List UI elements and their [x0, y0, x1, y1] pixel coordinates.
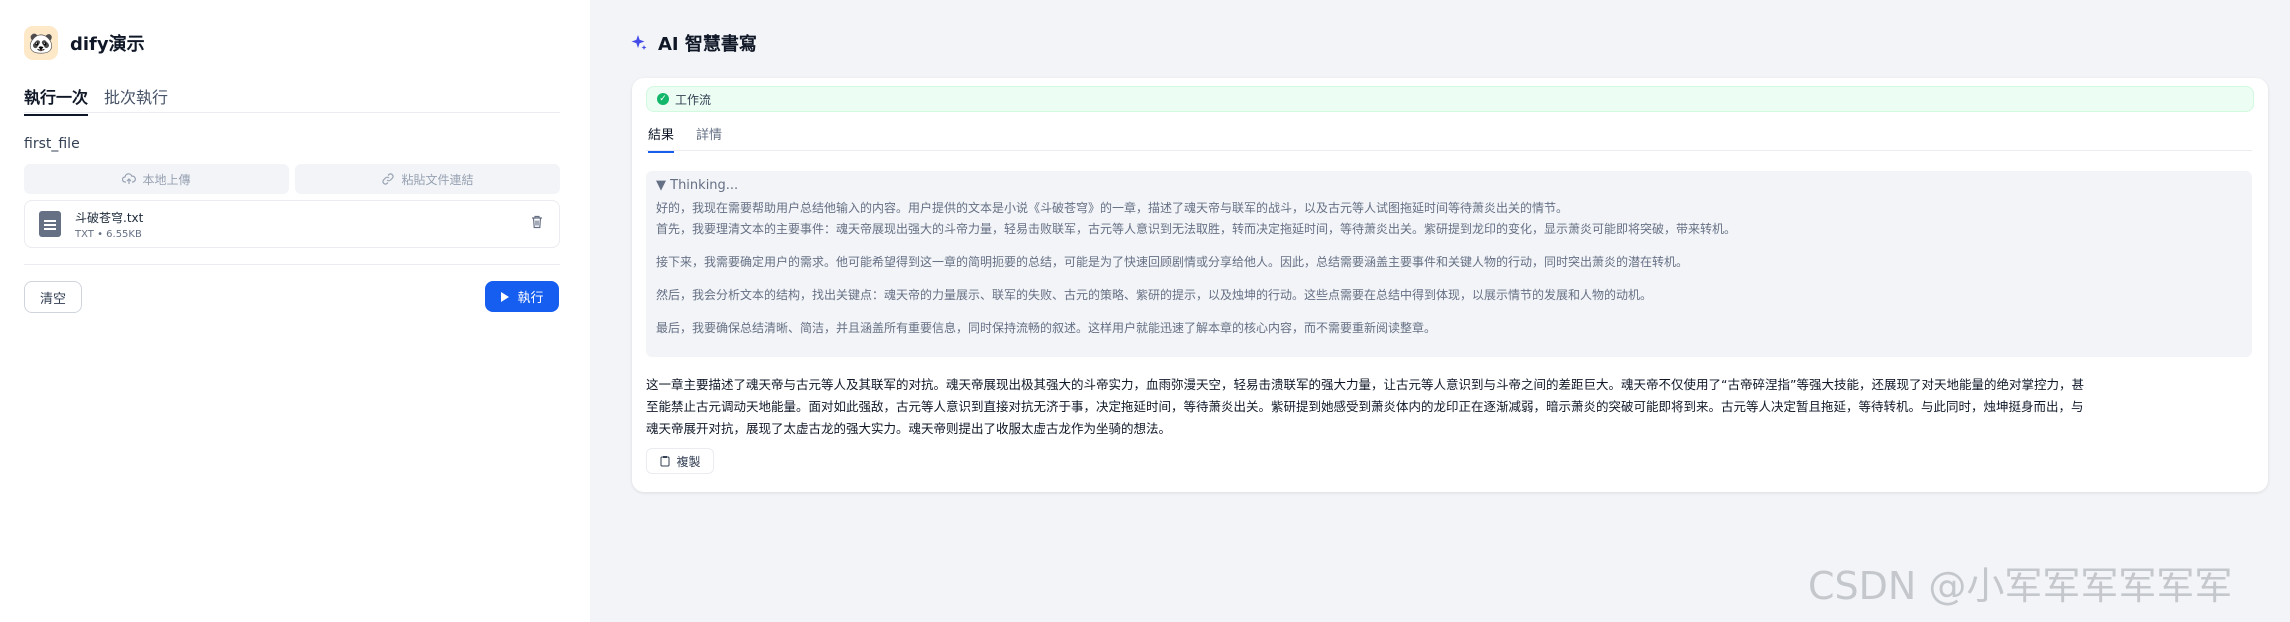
- run-form-panel: 🐼 dify演示 執行一次 批次執行 first_file 本地上傳 粘貼文件連…: [0, 0, 590, 622]
- copy-button[interactable]: 複製: [646, 448, 714, 474]
- workflow-label: 工作流: [675, 92, 712, 107]
- result-panel: AI 智慧書寫 ✓ 工作流 結果 詳情 ▼ Thinking... 好的，我现在…: [590, 0, 2290, 622]
- link-icon: [382, 173, 395, 185]
- form-divider: [24, 264, 560, 265]
- upload-options: 本地上傳 粘貼文件連結: [24, 164, 560, 194]
- paste-link-label: 粘貼文件連結: [401, 172, 474, 187]
- check-circle-icon: ✓: [657, 93, 669, 105]
- document-icon: [39, 211, 61, 237]
- play-icon: [501, 291, 510, 302]
- answer-line: 这一章主要描述了魂天帝与古元等人及其联军的对抗。魂天帝展现出极其强大的斗帝实力，…: [646, 377, 2084, 392]
- file-name: 斗破苍穹.txt: [75, 210, 144, 225]
- workflow-status-bar[interactable]: ✓ 工作流: [646, 86, 2254, 112]
- result-header: AI 智慧書寫: [630, 30, 757, 56]
- result-card: ✓ 工作流 結果 詳情 ▼ Thinking... 好的，我现在需要帮助用户总结…: [632, 78, 2268, 492]
- app-logo-icon: 🐼: [24, 26, 58, 60]
- watermark: CSDN @小军军军军军军: [1808, 564, 2233, 608]
- answer-line: 至能禁止古元调动天地能量。面对如此强敌，古元等人意识到直接对抗无济于事，决定拖延…: [646, 399, 2084, 414]
- delete-file-icon[interactable]: [529, 214, 545, 234]
- tab-result[interactable]: 結果: [648, 124, 675, 153]
- clipboard-icon: [660, 456, 670, 467]
- thinking-paragraph: 然后，我会分析文本的结构，找出关键点：魂天帝的力量展示、联军的失败、古元的策略、…: [656, 288, 1653, 302]
- paste-link-button[interactable]: 粘貼文件連結: [295, 164, 560, 194]
- copy-label: 複製: [676, 454, 701, 469]
- sparkle-icon: [631, 35, 647, 50]
- uploaded-file-card: 斗破苍穹.txt TXT • 6.55KB: [24, 200, 560, 248]
- thinking-paragraph: 接下来，我需要确定用户的需求。他可能希望得到这一章的简明扼要的总结，可能是为了快…: [656, 255, 1689, 269]
- run-button[interactable]: 執行: [485, 281, 559, 312]
- result-title: AI 智慧書寫: [658, 34, 757, 55]
- local-upload-label: 本地上傳: [142, 172, 191, 187]
- result-tabs: 結果 詳情: [648, 124, 722, 153]
- tab-detail[interactable]: 詳情: [696, 124, 722, 153]
- run-label: 執行: [517, 291, 544, 306]
- file-info: TXT • 6.55KB: [75, 228, 142, 240]
- tabs-divider: [24, 112, 560, 113]
- clear-button[interactable]: 清空: [24, 281, 82, 313]
- cloud-upload-icon: [122, 173, 137, 184]
- local-upload-button[interactable]: 本地上傳: [24, 164, 289, 194]
- thinking-paragraph: 最后，我要确保总结清晰、简洁，并且涵盖所有重要信息，同时保持流畅的叙述。这样用户…: [656, 321, 1437, 335]
- result-tabs-divider: [646, 150, 2252, 151]
- field-label-first-file: first_file: [24, 136, 80, 152]
- thinking-block: ▼ Thinking... 好的，我现在需要帮助用户总结他输入的内容。用户提供的…: [646, 171, 2252, 357]
- app-header: 🐼 dify演示: [24, 26, 145, 60]
- thinking-toggle[interactable]: ▼ Thinking...: [656, 178, 738, 193]
- app-name: dify演示: [70, 34, 145, 55]
- thinking-paragraph: 好的，我现在需要帮助用户总结他输入的内容。用户提供的文本是小说《斗破苍穹》的一章…: [656, 201, 1569, 215]
- thinking-paragraph: 首先，我要理清文本的主要事件：魂天帝展现出强大的斗帝力量，轻易击败联军，古元等人…: [656, 222, 1737, 236]
- answer-line: 魂天帝展开对抗，展现了太虚古龙的强大实力。魂天帝则提出了收服太虚古龙作为坐骑的想…: [646, 421, 1172, 436]
